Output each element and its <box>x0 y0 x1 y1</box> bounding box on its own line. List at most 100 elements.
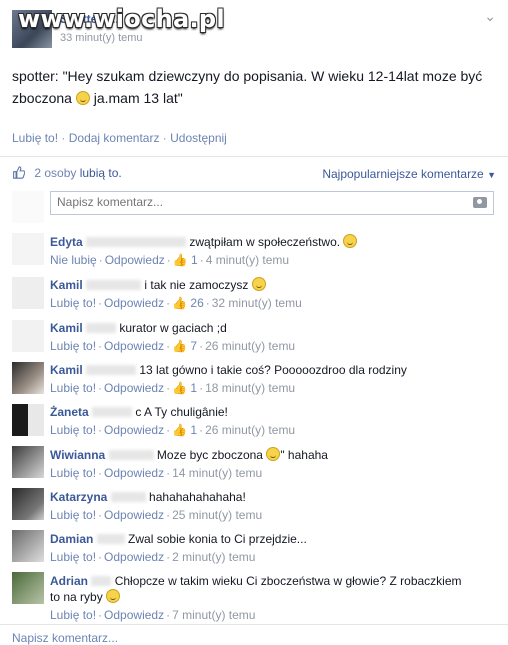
comment-text-end: " hahaha <box>280 448 328 462</box>
avatar[interactable] <box>12 530 44 562</box>
like-link[interactable]: Lubię to! <box>12 131 58 145</box>
comment: Damian Zwal sobie konia to Ci przejdzie.… <box>50 532 307 564</box>
post-text-line2a: zboczona <box>12 90 72 106</box>
reply-link[interactable]: Odpowiedz <box>104 608 164 622</box>
comment-time[interactable]: 7 minut(y) temu <box>172 608 255 622</box>
comment-text: 13 lat gówno i takie coś? Pooooozdroo dl… <box>139 363 407 377</box>
like-link[interactable]: Lubię to! <box>50 466 96 480</box>
avatar[interactable] <box>12 488 44 520</box>
chevron-down-icon[interactable]: ⌄ <box>484 8 496 25</box>
comment-time[interactable]: 32 minut(y) temu <box>212 296 302 310</box>
thumbs-up-icon <box>13 166 25 179</box>
comment-text: c A Ty chuligânie! <box>135 405 228 419</box>
comment: Adrian Chłopcze w takim wieku Ci zboczeń… <box>50 574 462 622</box>
like-link[interactable]: Lubię to! <box>50 508 96 522</box>
like-link[interactable]: Lubię to! <box>50 423 96 437</box>
write-comment-link[interactable]: Napisz komentarz... <box>12 631 118 645</box>
comment-time[interactable]: 2 minut(y) temu <box>172 550 255 564</box>
avatar[interactable] <box>12 320 44 352</box>
camera-icon[interactable] <box>473 197 487 208</box>
reply-link[interactable]: Odpowiedz <box>104 339 164 353</box>
comment-author[interactable]: Kamil <box>50 321 83 335</box>
avatar[interactable] <box>12 362 44 394</box>
comment-author[interactable]: Wiwianna <box>50 448 105 462</box>
avatar[interactable] <box>12 404 44 436</box>
comment: Katarzyna hahahahahahaha! Lubię to! · Odpo… <box>50 490 263 522</box>
like-count[interactable]: 1 <box>191 253 198 267</box>
like-link[interactable]: Lubię to! <box>50 381 96 395</box>
comment-author[interactable]: Katarzyna <box>50 490 107 504</box>
comment-time[interactable]: 4 minut(y) temu <box>206 253 289 267</box>
redacted-name <box>96 534 125 544</box>
likes-summary: 2 osoby lubią to. <box>12 166 122 180</box>
comment-author[interactable]: Damian <box>50 532 93 546</box>
comment-author[interactable]: Adrian <box>50 574 88 588</box>
comment-text: i tak nie zamoczysz <box>144 278 249 292</box>
share-link[interactable]: Udostępnij <box>170 131 227 145</box>
comment: Żaneta c A Ty chuligânie! Lubię to! · Odpo… <box>50 405 296 437</box>
redacted-name <box>92 407 133 417</box>
caret-down-icon: ▼ <box>487 170 496 180</box>
like-count[interactable]: 26 <box>190 296 203 310</box>
thumbs-up-icon: 👍 <box>172 381 188 395</box>
comment-time[interactable]: 14 minut(y) temu <box>172 466 262 480</box>
tongue-emoji-icon <box>343 234 358 248</box>
redacted-name <box>86 365 137 375</box>
divider <box>0 624 508 625</box>
smiley-icon <box>106 589 121 603</box>
reply-link[interactable]: Odpowiedz <box>104 423 164 437</box>
like-link[interactable]: Lubię to! <box>50 296 96 310</box>
comment-author[interactable]: Kamil <box>50 278 83 292</box>
reply-link[interactable]: Odpowiedz <box>104 466 164 480</box>
comment-time[interactable]: 26 minut(y) temu <box>205 423 295 437</box>
divider <box>0 156 508 157</box>
avatar[interactable] <box>12 277 44 309</box>
comment: Wiwianna Moze byc zboczona " hahaha Lubi… <box>50 447 328 480</box>
redacted-name <box>86 280 142 290</box>
comment-text-line2: to na ryby <box>50 590 103 604</box>
thumbs-up-icon: 👍 <box>172 339 188 353</box>
separator: · <box>61 131 69 145</box>
sort-label: Najpopularniejsze komentarze <box>322 167 484 181</box>
redacted-name <box>108 450 154 460</box>
comment-time[interactable]: 26 minut(y) temu <box>205 339 295 353</box>
redacted-name <box>86 323 117 333</box>
comment-text: zwątpiłam w społeczeństwo. <box>189 235 341 249</box>
watermark: www.wiocha.pl <box>18 5 225 33</box>
like-link[interactable]: Lubię to! <box>50 339 96 353</box>
comment-author[interactable]: Edyta <box>50 235 83 249</box>
comment-author[interactable]: Kamil <box>50 363 83 377</box>
thumbs-up-icon: 👍 <box>172 296 188 310</box>
comment-input-box[interactable] <box>50 191 494 215</box>
comment-time[interactable]: 25 minut(y) temu <box>172 508 262 522</box>
likers-link[interactable]: 2 osoby <box>34 166 76 180</box>
comment-time[interactable]: 18 minut(y) temu <box>205 381 295 395</box>
post-actions: Lubię to! · Dodaj komentarz · Udostępnij <box>12 131 227 145</box>
reply-link[interactable]: Odpowiedz <box>104 508 164 522</box>
reply-link[interactable]: Odpowiedz <box>105 253 165 267</box>
add-comment-link[interactable]: Dodaj komentarz <box>69 131 160 145</box>
reply-link[interactable]: Odpowiedz <box>104 296 164 310</box>
avatar[interactable] <box>12 446 44 478</box>
post-timestamp[interactable]: 33 minut(y) temu <box>60 32 143 44</box>
post-header: Spotted: ... 33 minut(y) temu www.wiocha… <box>0 0 508 56</box>
like-link[interactable]: Lubię to! <box>50 608 96 622</box>
comment-author[interactable]: Żaneta <box>50 405 89 419</box>
thumbs-up-icon: 👍 <box>172 423 188 437</box>
reply-link[interactable]: Odpowiedz <box>104 381 164 395</box>
comment-text: Chłopcze w takim wieku Ci zboczeństwa w … <box>114 574 462 588</box>
unlike-link[interactable]: Nie lubię <box>50 253 97 267</box>
comment: Kamil i tak nie zamoczysz Lubię to! · Odpo… <box>50 277 302 310</box>
redacted-name <box>91 576 112 586</box>
redacted-name <box>110 492 146 502</box>
comment-input[interactable] <box>51 192 463 212</box>
redacted-name <box>86 237 187 247</box>
avatar[interactable] <box>12 572 44 604</box>
current-user-avatar <box>12 191 44 223</box>
reply-link[interactable]: Odpowiedz <box>104 550 164 564</box>
like-link[interactable]: Lubię to! <box>50 550 96 564</box>
avatar[interactable] <box>12 233 44 265</box>
tongue-emoji-icon <box>251 277 266 291</box>
likes-suffix: lubią to. <box>79 166 122 180</box>
sort-comments-dropdown[interactable]: Najpopularniejsze komentarze ▼ <box>322 167 496 181</box>
